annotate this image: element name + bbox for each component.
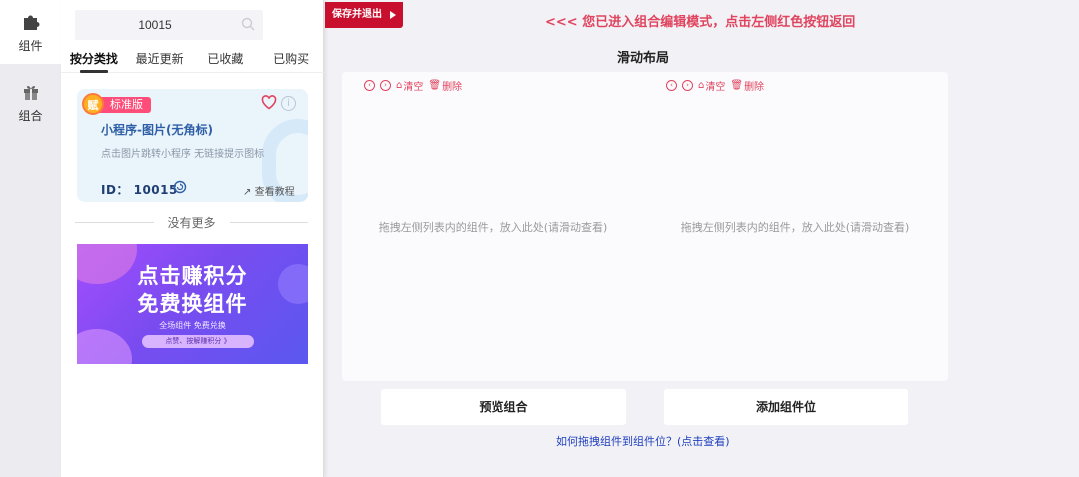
view-tutorial-link[interactable]: ↗ 查看教程	[243, 183, 295, 198]
view-tutorial-label: 查看教程	[254, 187, 295, 198]
rail-item-combos[interactable]: 组合	[0, 70, 61, 134]
divider-line	[229, 222, 309, 223]
slider-layout-area: ‹ › ⌂ 清空 🗑 删除 拖拽左侧列表内的组件，放入此处(请滑动查看) ‹ ›…	[342, 72, 948, 381]
edit-mode-notice: <<< 您已进入组合编辑模式，点击左侧红色按钮返回	[545, 15, 856, 30]
puzzle-icon	[20, 11, 42, 33]
move-left-icon[interactable]: ‹	[666, 80, 677, 91]
tab-favorites[interactable]: 已收藏	[193, 51, 259, 72]
move-left-icon[interactable]: ‹	[364, 80, 375, 91]
edition-badge-icon: 赋	[82, 93, 104, 115]
banner-headline: 点击赚积分	[137, 264, 248, 288]
no-more-text: 没有更多	[167, 216, 216, 230]
heart-icon[interactable]	[261, 95, 277, 113]
category-tabs: 按分类找 最近更新 已收藏 已购买	[61, 51, 324, 73]
drag-help-link[interactable]: 如何拖拽组件到组件位？(点击查看)	[556, 433, 730, 449]
tab-purchased[interactable]: 已购买	[258, 51, 324, 72]
delete-label: 删除	[442, 82, 463, 93]
layout-title: 滑动布局	[617, 51, 670, 66]
clear-slot-button[interactable]: ⌂ 清空	[698, 78, 725, 93]
move-right-icon[interactable]: ›	[380, 80, 391, 91]
play-arrow-icon	[390, 11, 396, 19]
slot-toolbar: ‹ › ⌂ 清空 🗑 删除	[666, 78, 764, 93]
delete-label: 删除	[744, 82, 765, 93]
tab-by-category[interactable]: 按分类找	[61, 51, 127, 73]
preview-combo-button[interactable]: 预览组合	[381, 389, 626, 425]
card-description: 点击图片跳转小程序 无链接提示图标	[101, 149, 265, 160]
search-box	[75, 10, 263, 40]
banner-button[interactable]: 点赞、按解赚积分 》	[142, 335, 254, 348]
share-icon: ↗	[243, 187, 252, 198]
rail-item-label: 组件	[18, 38, 43, 53]
rail-item-components[interactable]: 组件	[0, 0, 61, 64]
slot-drop-hint: 拖拽左侧列表内的组件，放入此处(请滑动查看)	[378, 221, 608, 234]
trash-icon: 🗑	[730, 80, 744, 91]
slot-toolbar: ‹ › ⌂ 清空 🗑 删除	[364, 78, 462, 93]
broom-icon: ⌂	[698, 80, 705, 91]
broom-icon: ⌂	[396, 80, 403, 91]
component-slot[interactable]: ‹ › ⌂ 清空 🗑 删除 拖拽左侧列表内的组件，放入此处(请滑动查看)	[644, 72, 944, 381]
delete-slot-button[interactable]: 🗑 删除	[730, 78, 764, 93]
clear-label: 清空	[705, 82, 726, 93]
refresh-icon[interactable]	[173, 180, 187, 197]
search-icon[interactable]	[241, 17, 255, 34]
card-title: 小程序-图片(无角标)	[101, 123, 213, 137]
clear-label: 清空	[403, 82, 424, 93]
save-and-exit-button[interactable]: 保存并退出	[325, 2, 403, 28]
slot-drop-hint: 拖拽左侧列表内的组件，放入此处(请滑动查看)	[680, 221, 910, 234]
no-more-divider: 没有更多	[75, 214, 309, 231]
component-slot[interactable]: ‹ › ⌂ 清空 🗑 删除 拖拽左侧列表内的组件，放入此处(请滑动查看)	[342, 72, 642, 381]
banner-subheadline: 免费换组件	[137, 292, 248, 316]
delete-slot-button[interactable]: 🗑 删除	[428, 78, 462, 93]
tab-recent-updates[interactable]: 最近更新	[127, 51, 193, 72]
search-input[interactable]	[75, 18, 235, 32]
banner-caption: 全场组件 免费兑换	[159, 321, 226, 330]
banner-decoration	[77, 329, 132, 364]
divider-line	[75, 222, 154, 223]
left-rail: 组件 组合	[0, 0, 61, 477]
info-icon[interactable]: i	[281, 96, 296, 111]
earn-points-banner[interactable]: 点击赚积分 免费换组件 全场组件 免费兑换 点赞、按解赚积分 》	[77, 244, 308, 364]
card-id: ID： 10015	[101, 183, 178, 197]
component-card[interactable]: 标准版 赋 i 小程序-图片(无角标) 点击图片跳转小程序 无链接提示图标 ID…	[77, 89, 308, 202]
gift-icon	[20, 81, 42, 103]
component-panel: 按分类找 最近更新 已收藏 已购买 标准版 赋 i 小程序-图片(无角标) 点击…	[61, 0, 324, 477]
add-slot-button[interactable]: 添加组件位	[664, 389, 908, 425]
save-and-exit-label: 保存并退出	[332, 9, 382, 20]
trash-icon: 🗑	[428, 80, 442, 91]
clear-slot-button[interactable]: ⌂ 清空	[396, 78, 423, 93]
move-right-icon[interactable]: ›	[682, 80, 693, 91]
rail-item-label: 组合	[18, 108, 43, 123]
